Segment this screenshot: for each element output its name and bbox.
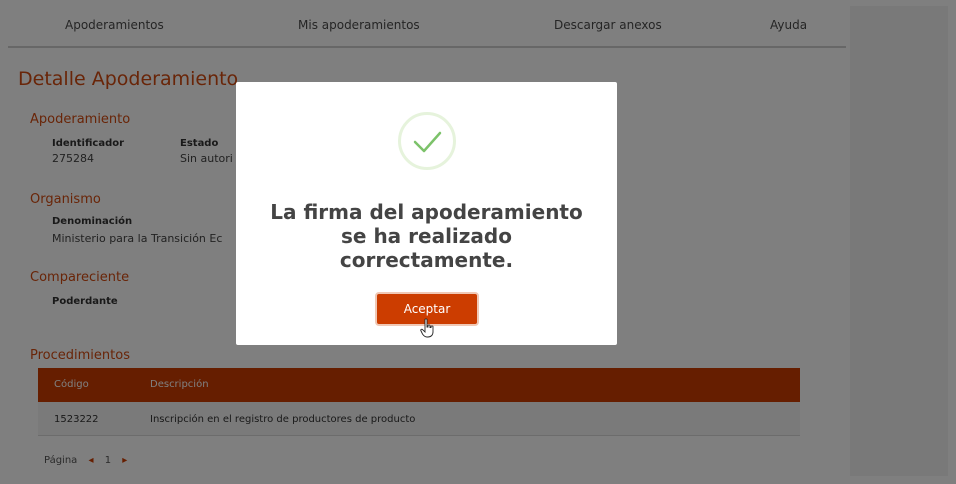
hand-pointer-icon [420, 318, 436, 342]
check-icon [398, 112, 456, 170]
dialog-message: La firma del apoderamiento se ha realiza… [270, 200, 583, 272]
success-dialog: La firma del apoderamiento se ha realiza… [236, 82, 617, 345]
